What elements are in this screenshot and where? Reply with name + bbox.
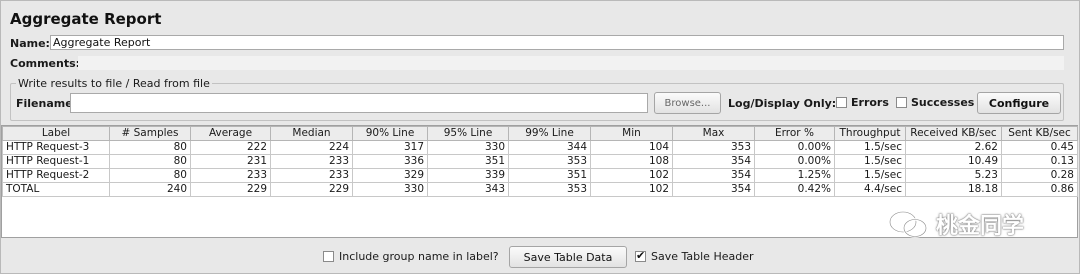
table-cell: 1.5/sec	[834, 140, 906, 155]
wechat-icon	[888, 210, 928, 238]
table-cell: 329	[352, 168, 428, 183]
column-header[interactable]: Min	[590, 126, 673, 141]
table-row[interactable]: HTTP Request-3 80 222 224 317 330 344 10…	[2, 140, 1078, 155]
table-cell: 80	[109, 154, 191, 169]
column-header[interactable]: 99% Line	[508, 126, 591, 141]
table-cell: 80	[109, 140, 191, 155]
successes-checkbox[interactable]	[896, 97, 907, 108]
table-cell: 18.18	[905, 182, 1002, 197]
bottom-bar: Include group name in label? Save Table …	[0, 246, 1080, 268]
column-header[interactable]: # Samples	[109, 126, 191, 141]
save-table-header-option[interactable]: Save Table Header	[635, 249, 754, 263]
table-cell: HTTP Request-3	[2, 140, 110, 155]
table-cell: 351	[508, 168, 591, 183]
file-section-legend: Write results to file / Read from file	[16, 77, 212, 90]
page-title: Aggregate Report	[10, 10, 162, 28]
filename-label: Filename	[16, 97, 73, 110]
column-header[interactable]: 90% Line	[352, 126, 428, 141]
table-cell: 344	[508, 140, 591, 155]
table-cell: 233	[270, 154, 353, 169]
name-label: Name:	[10, 36, 50, 50]
table-cell: 10.49	[905, 154, 1002, 169]
column-header[interactable]: Median	[270, 126, 353, 141]
table-cell: 353	[508, 182, 591, 197]
table-row[interactable]: HTTP Request-1 80 231 233 336 351 353 10…	[2, 154, 1078, 169]
comments-input[interactable]	[78, 56, 1064, 70]
table-cell: 353	[672, 140, 755, 155]
name-input[interactable]	[50, 35, 1064, 50]
table-cell: 0.00%	[754, 154, 835, 169]
table-cell: HTTP Request-2	[2, 168, 110, 183]
include-group-checkbox[interactable]	[323, 251, 334, 262]
column-header[interactable]: Error %	[754, 126, 835, 141]
save-table-header-label: Save Table Header	[651, 250, 754, 263]
table-cell: TOTAL	[2, 182, 110, 197]
table-cell: 336	[352, 154, 428, 169]
table-cell: 104	[590, 140, 673, 155]
table-cell: 229	[190, 182, 271, 197]
table-cell: 80	[109, 168, 191, 183]
table-header-row: Label # Samples Average Median 90% Line …	[2, 126, 1078, 141]
table-cell: 0.13	[1001, 154, 1078, 169]
table-cell: 354	[672, 154, 755, 169]
log-display-label: Log/Display Only:	[728, 97, 837, 110]
column-header[interactable]: Label	[2, 126, 110, 141]
table-cell: 0.28	[1001, 168, 1078, 183]
browse-button[interactable]: Browse...	[654, 92, 721, 114]
table-cell: 231	[190, 154, 271, 169]
table-cell: 317	[352, 140, 428, 155]
table-cell: 0.86	[1001, 182, 1078, 197]
column-header[interactable]: Average	[190, 126, 271, 141]
table-cell: 2.62	[905, 140, 1002, 155]
table-cell: 229	[270, 182, 353, 197]
errors-checkbox[interactable]	[836, 97, 847, 108]
table-cell: 330	[427, 140, 509, 155]
table-cell: 108	[590, 154, 673, 169]
column-header[interactable]: Throughput	[834, 126, 906, 141]
table-cell: 233	[190, 168, 271, 183]
table-cell: 224	[270, 140, 353, 155]
table-cell: 330	[352, 182, 428, 197]
watermark-text: 桃金同学	[936, 214, 1025, 239]
column-header[interactable]: 95% Line	[427, 126, 509, 141]
include-group-option[interactable]: Include group name in label?	[323, 250, 499, 263]
table-row-total[interactable]: TOTAL 240 229 229 330 343 353 102 354 0.…	[2, 182, 1078, 197]
table-cell: 222	[190, 140, 271, 155]
errors-label: Errors	[851, 96, 889, 109]
errors-option[interactable]: Errors	[836, 96, 889, 109]
table-cell: 343	[427, 182, 509, 197]
comments-label: Comments:	[10, 57, 81, 70]
include-group-label: Include group name in label?	[339, 250, 499, 263]
table-cell: 1.5/sec	[834, 168, 906, 183]
configure-button[interactable]: Configure	[977, 92, 1061, 114]
table-cell: 339	[427, 168, 509, 183]
table-cell: 1.25%	[754, 168, 835, 183]
successes-label: Successes	[911, 96, 975, 109]
table-cell: 102	[590, 168, 673, 183]
table-cell: HTTP Request-1	[2, 154, 110, 169]
column-header[interactable]: Max	[672, 126, 755, 141]
save-table-header-checkbox[interactable]	[635, 249, 646, 262]
table-cell: 351	[427, 154, 509, 169]
column-header[interactable]: Sent KB/sec	[1001, 126, 1078, 141]
table-cell: 102	[590, 182, 673, 197]
table-cell: 354	[672, 168, 755, 183]
table-row[interactable]: HTTP Request-2 80 233 233 329 339 351 10…	[2, 168, 1078, 183]
table-cell: 354	[672, 182, 755, 197]
table-cell: 0.45	[1001, 140, 1078, 155]
table-cell: 240	[109, 182, 191, 197]
successes-option[interactable]: Successes	[896, 96, 974, 109]
table-cell: 233	[270, 168, 353, 183]
save-table-data-button[interactable]: Save Table Data	[509, 246, 627, 268]
results-table: Label # Samples Average Median 90% Line …	[2, 126, 1078, 197]
table-cell: 353	[508, 154, 591, 169]
table-cell: 0.42%	[754, 182, 835, 197]
table-cell: 1.5/sec	[834, 154, 906, 169]
table-cell: 5.23	[905, 168, 1002, 183]
watermark: 桃金同学	[886, 208, 1024, 240]
table-cell: 4.4/sec	[834, 182, 906, 197]
table-cell: 0.00%	[754, 140, 835, 155]
column-header[interactable]: Received KB/sec	[905, 126, 1002, 141]
filename-input[interactable]	[70, 93, 648, 113]
